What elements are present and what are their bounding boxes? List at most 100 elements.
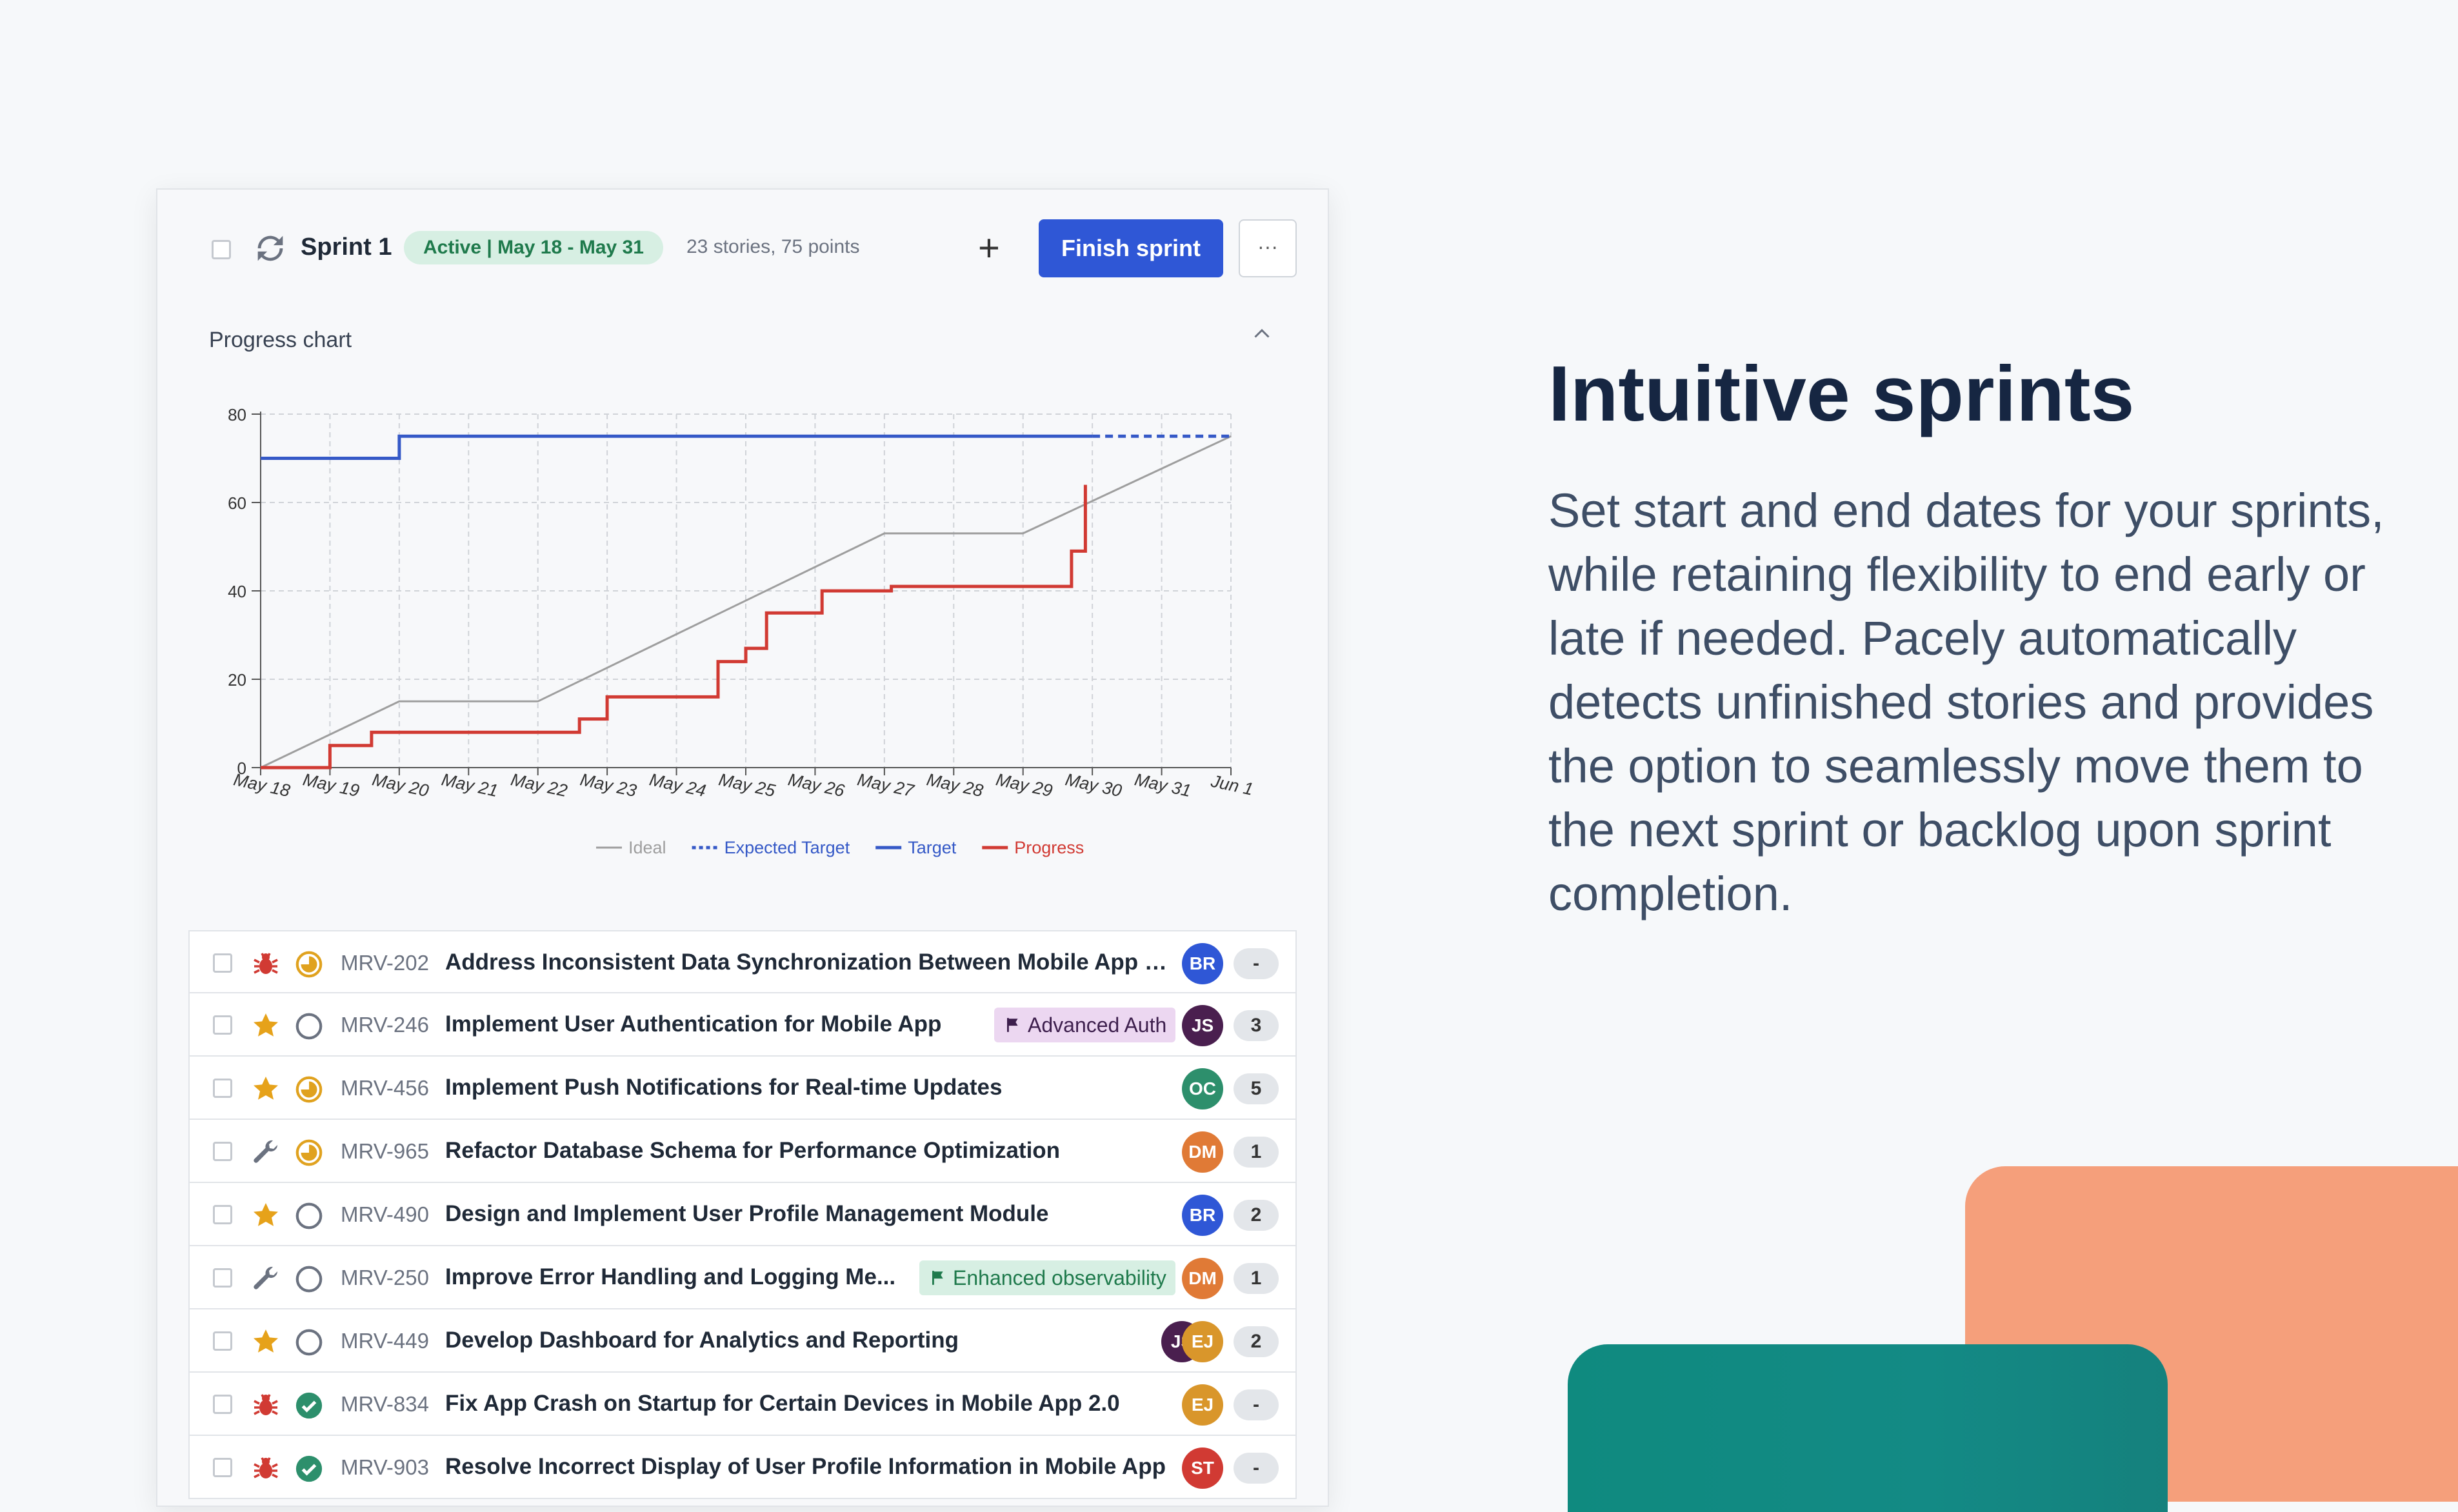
story-title[interactable]: Refactor Database Schema for Performance… <box>445 1138 1060 1164</box>
story-select-checkbox[interactable] <box>213 1331 232 1351</box>
story-select-checkbox[interactable] <box>213 1395 232 1414</box>
avatar[interactable]: BR <box>1182 943 1223 984</box>
in-progress-icon[interactable] <box>294 950 324 979</box>
avatar[interactable]: EJ <box>1182 1321 1223 1362</box>
bug-icon <box>250 948 281 979</box>
epic-tag[interactable]: Enhanced observability <box>919 1260 1175 1295</box>
story-row[interactable]: MRV-250 Improve Error Handling and Loggin… <box>188 1246 1297 1309</box>
marketing-body: Set start and end dates for your sprints… <box>1548 484 2384 920</box>
status-badge: Active | May 18 - May 31 <box>404 231 663 264</box>
story-row[interactable]: MRV-449 Develop Dashboard for Analytics a… <box>188 1309 1297 1373</box>
story-row[interactable]: MRV-903 Resolve Incorrect Display of User… <box>188 1436 1297 1499</box>
story-select-checkbox[interactable] <box>213 1268 232 1288</box>
star-icon <box>250 1010 281 1041</box>
avatar[interactable]: ST <box>1182 1447 1223 1489</box>
story-row[interactable]: MRV-834 Fix App Crash on Startup for Cert… <box>188 1373 1297 1436</box>
story-points-badge[interactable]: - <box>1234 1453 1279 1484</box>
sprint-select-checkbox[interactable] <box>212 240 231 259</box>
sprint-meta: 23 stories, 75 points <box>686 236 860 257</box>
legend-label: Expected Target <box>724 838 850 857</box>
in-progress-icon[interactable] <box>294 1075 324 1104</box>
story-title[interactable]: Resolve Incorrect Display of User Profil… <box>445 1454 1166 1480</box>
story-select-checkbox[interactable] <box>213 953 232 973</box>
story-points-badge[interactable]: 3 <box>1234 1010 1279 1041</box>
story-id[interactable]: MRV-449 <box>341 1329 429 1353</box>
story-points-badge[interactable]: 1 <box>1234 1263 1279 1294</box>
story-id[interactable]: MRV-490 <box>341 1202 429 1227</box>
decorative-teal-shape <box>1568 1344 2168 1512</box>
x-tick-label: Jun 1 <box>1208 771 1255 799</box>
story-id[interactable]: MRV-834 <box>341 1392 429 1417</box>
avatar[interactable]: OC <box>1182 1068 1223 1109</box>
story-title[interactable]: Design and Implement User Profile Manage… <box>445 1201 1048 1227</box>
chevron-up-icon[interactable] <box>1250 323 1274 346</box>
story-id[interactable]: MRV-903 <box>341 1455 429 1480</box>
story-row[interactable]: MRV-456 Implement Push Notifications for … <box>188 1057 1297 1120</box>
story-row[interactable]: MRV-202 Address Inconsistent Data Synchro… <box>188 930 1297 993</box>
x-tick-label: May 25 <box>717 770 777 801</box>
more-options-button[interactable]: ··· <box>1239 219 1297 277</box>
wrench-icon <box>250 1137 281 1168</box>
x-tick-label: May 24 <box>648 770 708 801</box>
avatar[interactable]: JS <box>1182 1005 1223 1046</box>
story-select-checkbox[interactable] <box>213 1205 232 1224</box>
story-points-badge[interactable]: 1 <box>1234 1137 1279 1168</box>
finish-sprint-button[interactable]: Finish sprint <box>1039 219 1223 277</box>
story-title[interactable]: Implement Push Notifications for Real-ti… <box>445 1075 1002 1100</box>
avatar[interactable]: EJ <box>1182 1384 1223 1426</box>
story-title[interactable]: Address Inconsistent Data Synchronizatio… <box>445 950 1170 975</box>
x-tick-label: May 19 <box>301 770 361 801</box>
story-points-badge[interactable]: - <box>1234 948 1279 979</box>
story-id[interactable]: MRV-202 <box>341 951 429 975</box>
story-select-checkbox[interactable] <box>213 1458 232 1477</box>
avatar[interactable]: DM <box>1182 1131 1223 1173</box>
x-tick-label: May 31 <box>1133 770 1193 801</box>
done-icon[interactable] <box>294 1454 324 1484</box>
sprint-title: Sprint 1 <box>301 234 392 261</box>
story-title[interactable]: Develop Dashboard for Analytics and Repo… <box>445 1328 959 1353</box>
y-tick-label: 20 <box>228 670 246 690</box>
todo-icon[interactable] <box>294 1011 324 1041</box>
story-title[interactable]: Implement User Authentication for Mobile… <box>445 1011 941 1037</box>
todo-icon[interactable] <box>294 1201 324 1231</box>
story-row[interactable]: MRV-965 Refactor Database Schema for Perf… <box>188 1120 1297 1183</box>
done-icon[interactable] <box>294 1391 324 1420</box>
x-tick-label: May 26 <box>786 770 847 801</box>
avatar[interactable]: DM <box>1182 1258 1223 1299</box>
avatar[interactable]: BR <box>1182 1195 1223 1236</box>
story-points-badge[interactable]: - <box>1234 1389 1279 1420</box>
x-tick-label: May 28 <box>925 770 985 801</box>
story-points-badge[interactable]: 2 <box>1234 1326 1279 1357</box>
todo-icon[interactable] <box>294 1328 324 1357</box>
x-tick-label: May 29 <box>994 770 1054 801</box>
in-progress-icon[interactable] <box>294 1138 324 1168</box>
story-points-badge[interactable]: 5 <box>1234 1073 1279 1104</box>
todo-icon[interactable] <box>294 1264 324 1294</box>
sprint-card: Sprint 1 Active | May 18 - May 31 23 sto… <box>156 188 1329 1507</box>
story-row[interactable]: MRV-246 Implement User Authentication for… <box>188 993 1297 1057</box>
star-icon <box>250 1200 281 1231</box>
epic-tag-label: Enhanced observability <box>953 1266 1166 1289</box>
legend-label: Ideal <box>628 838 666 857</box>
y-tick-label: 80 <box>228 405 246 424</box>
sprint-header: Sprint 1 Active | May 18 - May 31 23 sto… <box>157 190 1328 306</box>
x-tick-label: May 18 <box>232 770 292 801</box>
story-points-badge[interactable]: 2 <box>1234 1200 1279 1231</box>
story-id[interactable]: MRV-456 <box>341 1076 429 1100</box>
epic-tag-label: Advanced Auth <box>1028 1013 1167 1037</box>
plus-icon[interactable]: + <box>978 226 1000 271</box>
story-id[interactable]: MRV-250 <box>341 1266 429 1290</box>
x-tick-label: May 27 <box>855 770 916 801</box>
story-select-checkbox[interactable] <box>213 1142 232 1161</box>
epic-tag[interactable]: Advanced Auth <box>994 1008 1176 1042</box>
story-select-checkbox[interactable] <box>213 1015 232 1035</box>
story-row[interactable]: MRV-490 Design and Implement User Profile… <box>188 1183 1297 1246</box>
y-tick-label: 60 <box>228 493 246 513</box>
x-tick-label: May 22 <box>509 770 569 801</box>
story-id[interactable]: MRV-246 <box>341 1013 429 1037</box>
story-id[interactable]: MRV-965 <box>341 1139 429 1164</box>
x-tick-label: May 23 <box>579 770 639 801</box>
story-title[interactable]: Improve Error Handling and Logging Me... <box>445 1264 895 1290</box>
story-title[interactable]: Fix App Crash on Startup for Certain Dev… <box>445 1391 1120 1417</box>
story-select-checkbox[interactable] <box>213 1079 232 1098</box>
